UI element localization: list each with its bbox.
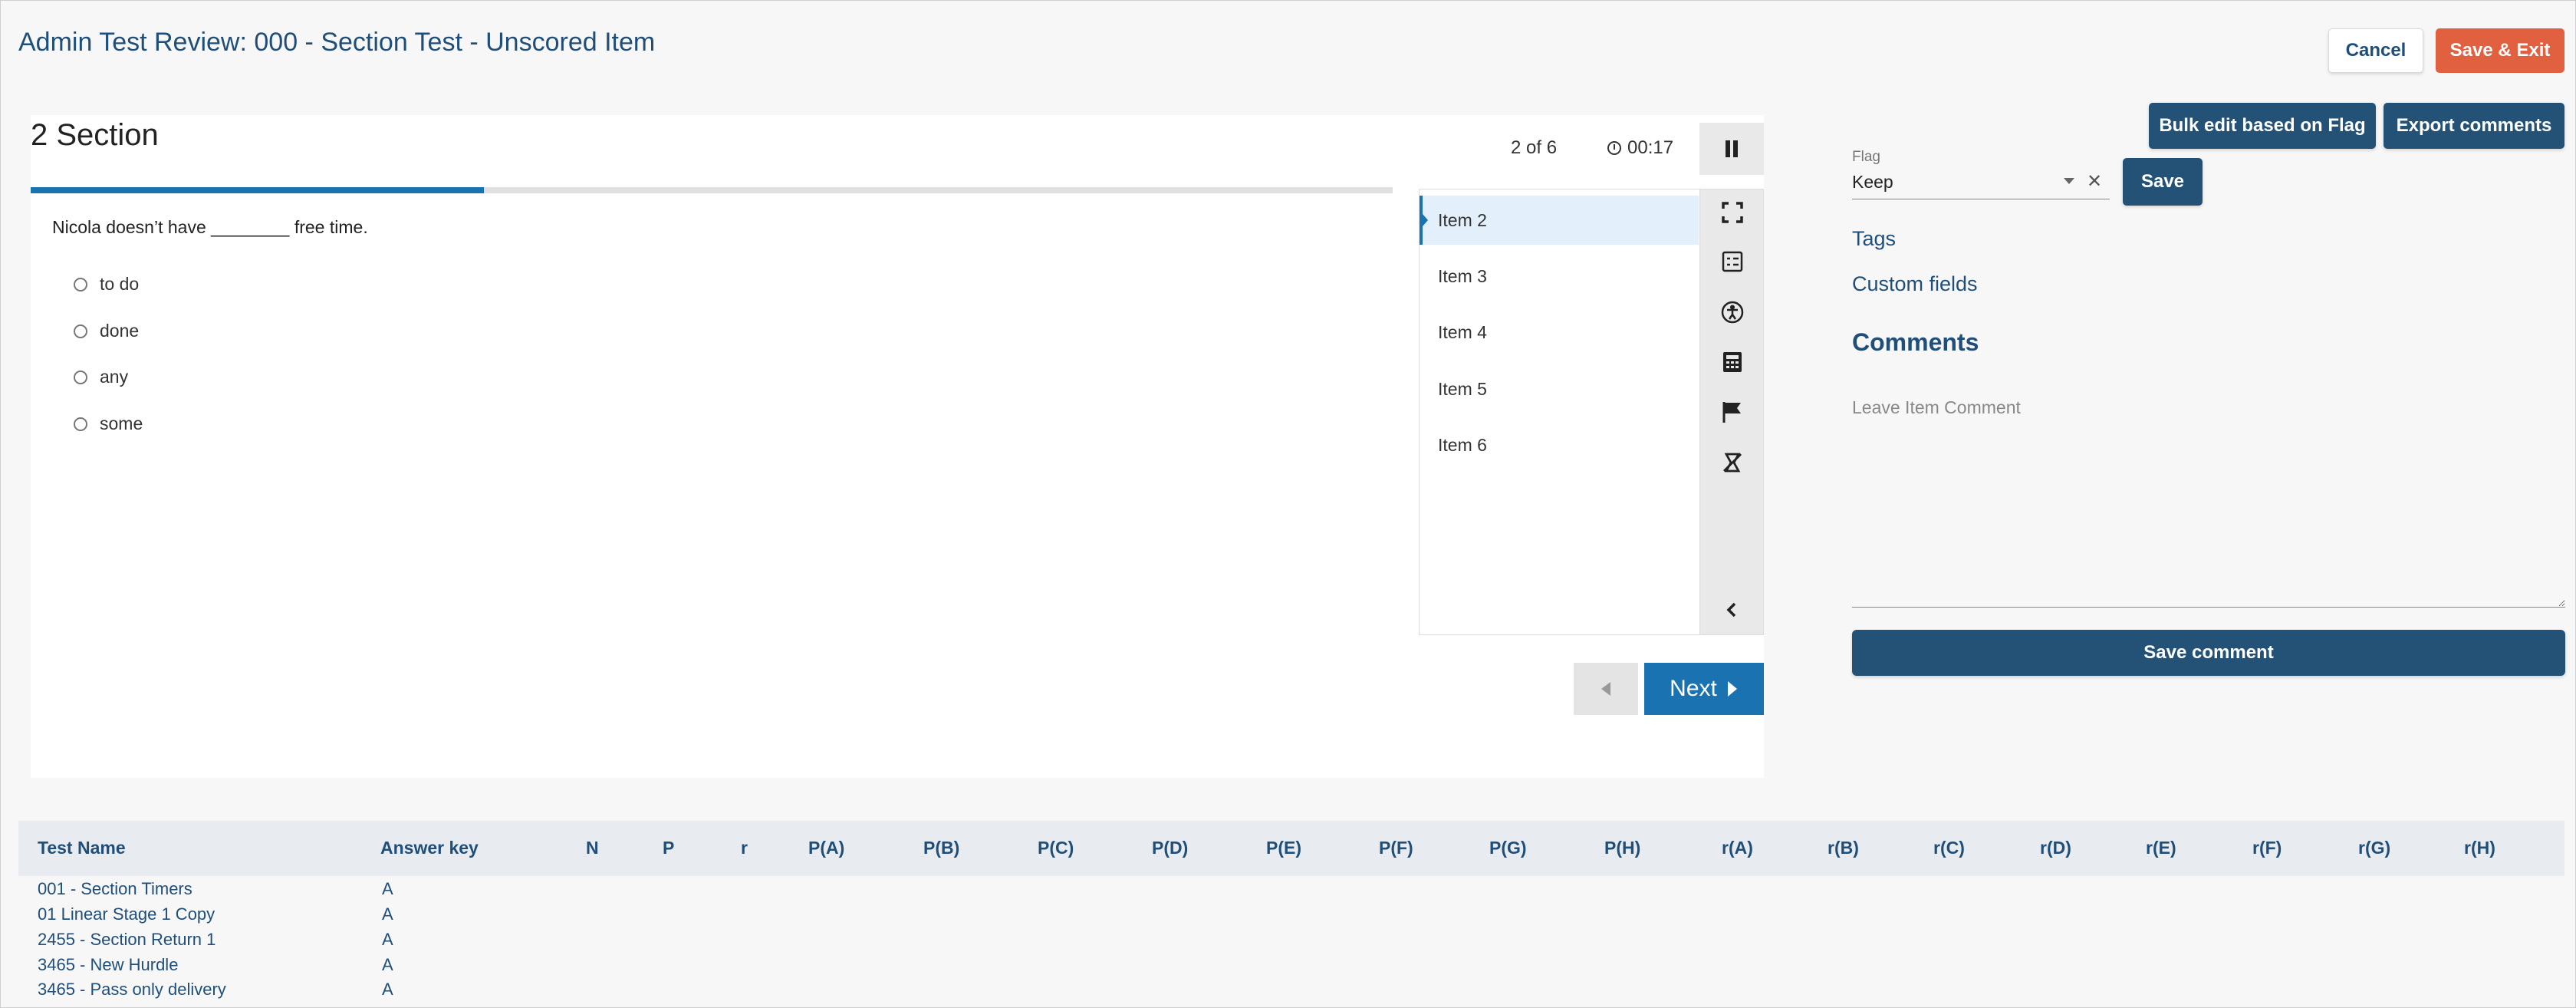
- option-label: some: [100, 413, 143, 433]
- checklist-icon[interactable]: [1720, 249, 1745, 274]
- tool-sidebar: [1699, 189, 1764, 635]
- test-name-cell: 3465 - New Hurdle: [38, 955, 179, 974]
- flag-icon[interactable]: [1720, 400, 1745, 424]
- item-counter: 2 of 6: [1511, 137, 1558, 158]
- column-header[interactable]: r(A): [1722, 838, 1753, 858]
- accessibility-icon[interactable]: [1720, 300, 1745, 324]
- column-header[interactable]: r(G): [2358, 838, 2390, 858]
- timer-off-icon[interactable]: [1720, 450, 1745, 475]
- answer-option[interactable]: done: [74, 321, 139, 341]
- column-header[interactable]: r(D): [2040, 838, 2071, 858]
- column-header[interactable]: N: [586, 838, 599, 858]
- radio-button[interactable]: [74, 417, 87, 431]
- custom-fields-link[interactable]: Custom fields: [1852, 272, 1978, 296]
- radio-button[interactable]: [74, 277, 87, 292]
- item-list: Item 2 Item 3 Item 4 Item 5 Item 6: [1419, 189, 1699, 635]
- timer-value: 00:17: [1627, 137, 1674, 158]
- item-list-entry-active[interactable]: Item 2: [1420, 196, 1699, 245]
- table-header: Test Name Answer key N P r P(A) P(B) P(C…: [18, 821, 2564, 876]
- export-comments-button[interactable]: Export comments: [2384, 103, 2564, 149]
- table-row[interactable]: 3465 - Pass only delivery A: [18, 980, 2564, 1004]
- chevron-left-icon[interactable]: [1720, 598, 1745, 622]
- tags-link[interactable]: Tags: [1852, 227, 1896, 251]
- column-header[interactable]: Answer key: [380, 838, 479, 858]
- column-header[interactable]: Test Name: [38, 838, 126, 858]
- timer: 00:17: [1607, 137, 1673, 159]
- calculator-icon[interactable]: [1720, 350, 1745, 374]
- section-title: 2 Section: [31, 118, 159, 152]
- test-name-cell: 01 Linear Stage 1 Copy: [38, 904, 215, 924]
- table-row[interactable]: 2455 - Section Return 1 A: [18, 930, 2564, 954]
- dropdown-caret-icon[interactable]: [2064, 178, 2074, 184]
- answer-key-cell: A: [382, 980, 393, 999]
- test-name-cell: 3465 - Pass only delivery: [38, 980, 226, 999]
- column-header[interactable]: P(F): [1379, 838, 1413, 858]
- stats-table: Test Name Answer key N P r P(A) P(B) P(C…: [18, 821, 2564, 1008]
- clock-icon: [1607, 141, 1621, 155]
- progress-bar: [31, 187, 1393, 193]
- bulk-edit-button[interactable]: Bulk edit based on Flag: [2149, 103, 2376, 149]
- next-button[interactable]: Next: [1644, 663, 1764, 715]
- save-exit-button[interactable]: Save & Exit: [2436, 28, 2564, 73]
- option-label: done: [100, 321, 140, 341]
- column-header[interactable]: r(H): [2464, 838, 2495, 858]
- column-header[interactable]: r: [741, 838, 748, 858]
- option-label: to do: [100, 274, 140, 294]
- triangle-right-icon: [1727, 681, 1737, 697]
- column-header[interactable]: r(C): [1933, 838, 1965, 858]
- fullscreen-icon[interactable]: [1720, 200, 1745, 225]
- column-header[interactable]: P(A): [808, 838, 844, 858]
- column-header[interactable]: P: [663, 838, 674, 858]
- progress-fill: [31, 187, 485, 193]
- next-label: Next: [1670, 676, 1717, 701]
- triangle-left-icon: [1601, 682, 1610, 696]
- column-header[interactable]: r(E): [2146, 838, 2176, 858]
- radio-button[interactable]: [74, 370, 87, 384]
- item-list-entry[interactable]: Item 3: [1420, 252, 1699, 301]
- answer-key-cell: A: [382, 879, 393, 898]
- save-flag-button[interactable]: Save: [2123, 158, 2203, 206]
- answer-key-cell: A: [382, 904, 393, 924]
- flag-select[interactable]: Keep ✕: [1852, 169, 2110, 199]
- column-header[interactable]: P(G): [1489, 838, 1527, 858]
- comments-heading: Comments: [1852, 328, 1979, 356]
- column-header[interactable]: P(D): [1152, 838, 1188, 858]
- page-title: Admin Test Review: 000 - Section Test - …: [18, 28, 656, 57]
- radio-button[interactable]: [74, 324, 87, 338]
- column-header[interactable]: P(C): [1038, 838, 1074, 858]
- flag-value: Keep: [1852, 172, 1893, 192]
- previous-button[interactable]: [1574, 663, 1638, 715]
- column-header[interactable]: P(H): [1604, 838, 1640, 858]
- question-text: Nicola doesn’t have ________ free time.: [52, 217, 368, 237]
- clear-icon[interactable]: ✕: [2087, 170, 2102, 193]
- save-comment-button[interactable]: Save comment: [1852, 630, 2565, 676]
- answer-option[interactable]: some: [74, 413, 143, 434]
- item-list-entry[interactable]: Item 5: [1420, 364, 1699, 413]
- answer-key-cell: A: [382, 955, 393, 974]
- column-header[interactable]: P(B): [923, 838, 959, 858]
- column-header[interactable]: r(B): [1828, 838, 1859, 858]
- column-header[interactable]: P(E): [1266, 838, 1301, 858]
- table-row[interactable]: 01 Linear Stage 1 Copy A: [18, 904, 2564, 929]
- table-row[interactable]: 3465 - New Hurdle A: [18, 955, 2564, 980]
- column-header[interactable]: r(F): [2252, 838, 2282, 858]
- pause-icon: [1725, 140, 1739, 157]
- table-row[interactable]: 001 - Section Timers A: [18, 879, 2564, 904]
- answer-key-cell: A: [382, 930, 393, 949]
- answer-option[interactable]: any: [74, 367, 128, 387]
- cancel-button[interactable]: Cancel: [2328, 28, 2423, 73]
- item-list-entry[interactable]: Item 4: [1420, 308, 1699, 357]
- test-name-cell: 2455 - Section Return 1: [38, 930, 216, 949]
- answer-option[interactable]: to do: [74, 274, 139, 295]
- flag-label: Flag: [1852, 149, 1880, 165]
- item-list-entry[interactable]: Item 6: [1420, 420, 1699, 469]
- pause-button[interactable]: [1699, 123, 1764, 175]
- comment-textarea[interactable]: [1852, 393, 2565, 608]
- option-label: any: [100, 367, 129, 387]
- test-name-cell: 001 - Section Timers: [38, 879, 192, 898]
